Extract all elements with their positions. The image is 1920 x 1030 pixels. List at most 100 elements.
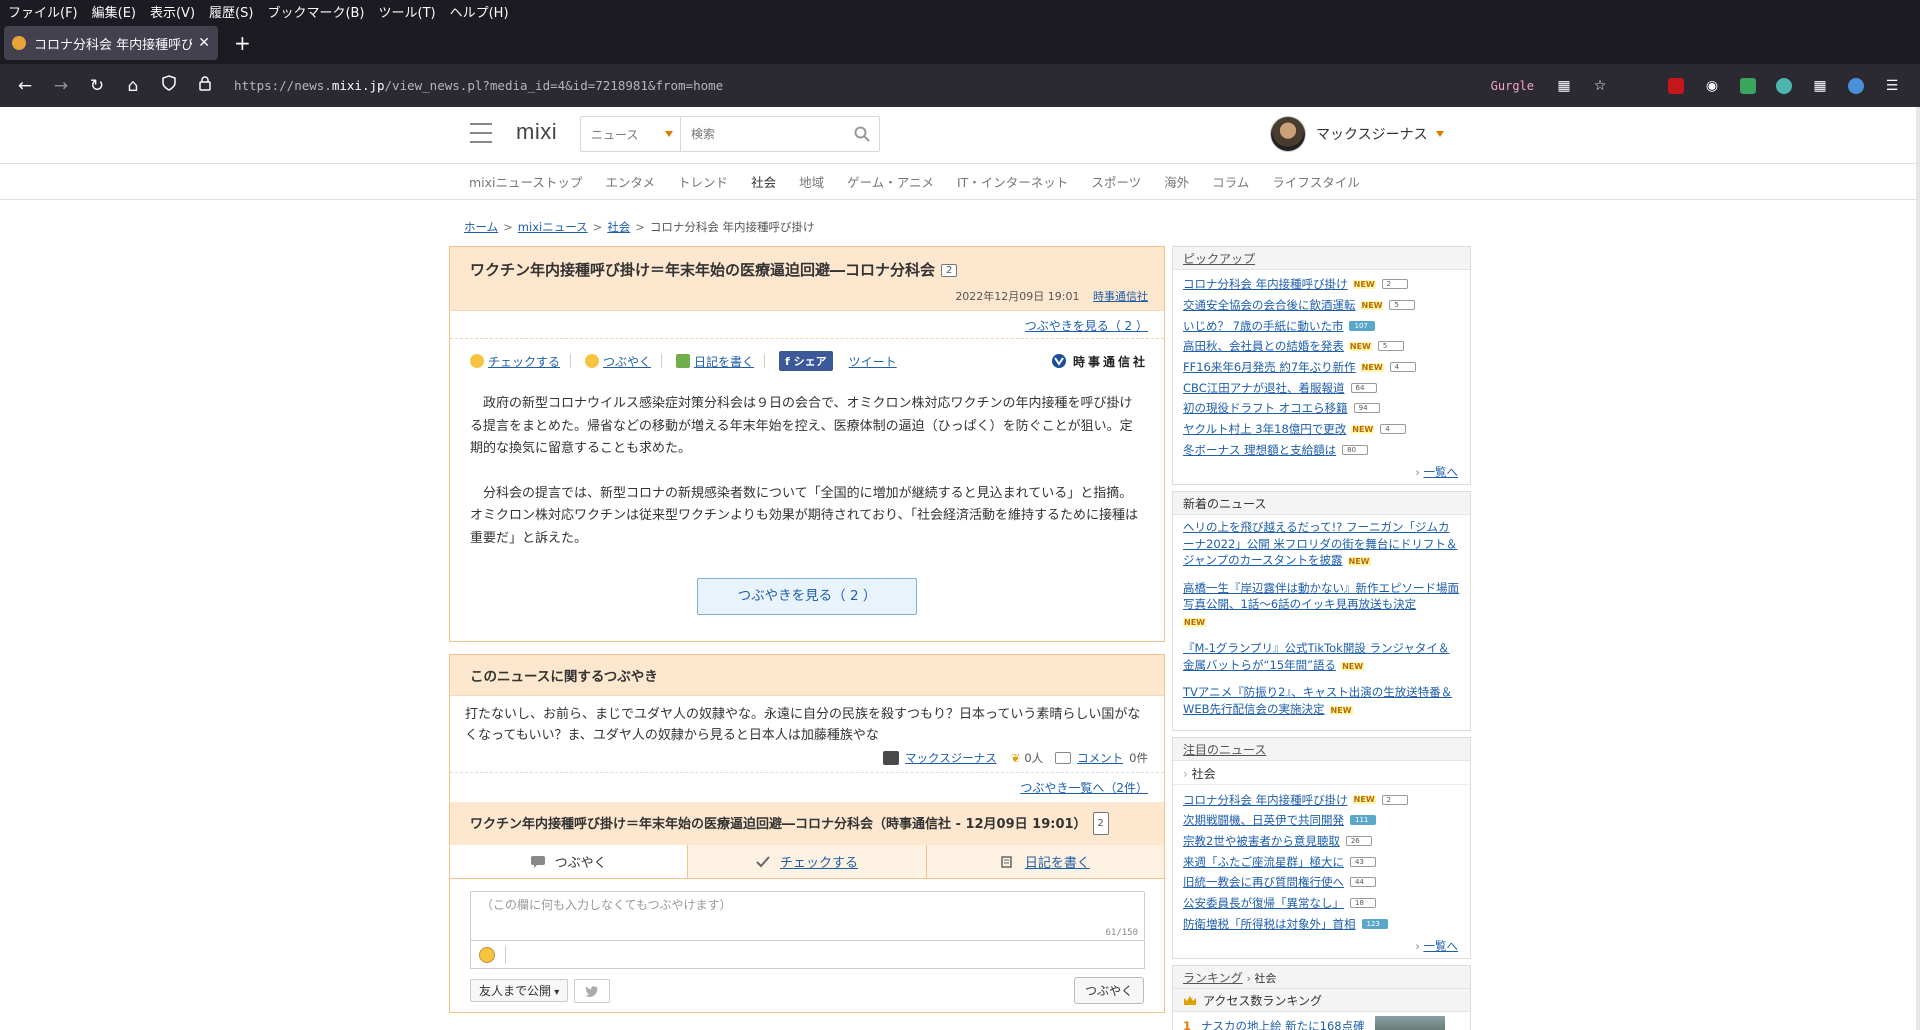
tweets-list-link[interactable]: つぶやき一覧へ（2件） (1020, 781, 1148, 795)
featured-more-link[interactable]: 一覧へ (1424, 939, 1459, 953)
news-link[interactable]: 防衛増税「所得税は対象外」首相 (1183, 916, 1356, 932)
menu-icon[interactable] (470, 123, 492, 143)
forward-arrow-icon[interactable]: → (46, 76, 76, 96)
menu-edit[interactable]: 編集(E) (92, 2, 136, 21)
news-link[interactable]: 旧統一教会に再び質問権行使へ (1183, 874, 1344, 890)
tweet-count-badge[interactable]: 43 (1350, 856, 1376, 867)
lock-icon[interactable] (190, 75, 220, 96)
menu-view[interactable]: 表示(V) (150, 2, 195, 21)
news-link[interactable]: 来週「ふたご座流星群」極大に (1183, 854, 1344, 870)
tweet-count-badge[interactable]: 2 (1381, 279, 1408, 290)
comment-link[interactable]: コメント (1077, 750, 1123, 766)
visibility-select[interactable]: 友人まで公開 (470, 979, 569, 1002)
news-link[interactable]: 高田秋、会社員との結婚を発表 (1183, 338, 1344, 354)
nav-it[interactable]: IT・インターネット (957, 172, 1068, 191)
tweet-count-badge[interactable]: 80 (1342, 444, 1369, 455)
search-input[interactable] (681, 117, 845, 151)
close-icon[interactable]: ✕ (198, 35, 210, 51)
nav-lifestyle[interactable]: ライフスタイル (1272, 172, 1360, 191)
tab-check[interactable]: チェックする (687, 845, 926, 878)
check-link[interactable]: チェックする (488, 353, 560, 370)
nav-society[interactable]: 社会 (751, 172, 776, 191)
ranking-link[interactable]: ナスカの地上絵 新たに168点確 (1201, 1018, 1365, 1030)
news-link[interactable]: 交通安全協会の会合後に飲酒運転 (1183, 297, 1356, 313)
tweet-count-badge[interactable]: 2 (941, 264, 958, 277)
breadcrumb-society[interactable]: 社会 (607, 220, 630, 234)
tweet-count-badge[interactable]: 26 (1345, 835, 1372, 846)
nav-entame[interactable]: エンタメ (605, 172, 655, 191)
post-badge[interactable]: 2 (1092, 812, 1109, 835)
nav-news-top[interactable]: mixiニューストップ (469, 172, 582, 191)
nav-sports[interactable]: スポーツ (1091, 172, 1141, 191)
news-link[interactable]: いじめ？ 7歳の手紙に動いた市 (1183, 318, 1343, 334)
green-extension-icon[interactable] (1737, 77, 1759, 95)
twitter-icon[interactable] (574, 978, 611, 1003)
emoji-icon[interactable] (479, 946, 495, 963)
latest-news-link[interactable]: TVアニメ『防振り2』、キャスト出演の生放送特番＆WEB先行配信会の実施決定 (1183, 685, 1452, 716)
news-link[interactable]: 宗教2世や被害者から意見聴取 (1183, 833, 1340, 849)
facebook-share-button[interactable]: f シェア (779, 351, 833, 371)
news-link[interactable]: CBC江田アナが退社、着服報道 (1183, 380, 1345, 396)
pickup-title-link[interactable]: ピックアップ (1183, 252, 1255, 266)
page-scrollbar[interactable] (1916, 107, 1920, 1030)
latest-news-link[interactable]: ヘリの上を飛び越えるだって!? フーニガン「ジムカーナ2022」公開 米フロリダ… (1183, 520, 1457, 567)
browser-tab-active[interactable]: コロナ分科会 年内接種呼び掛け ✕ (4, 26, 218, 60)
ranking-thumbnail[interactable] (1374, 1016, 1445, 1030)
tweet-count-badge[interactable]: 4 (1389, 362, 1416, 373)
bitwarden-extension-icon[interactable] (1845, 77, 1867, 95)
diary-link[interactable]: 日記を書く (694, 353, 754, 370)
menu-tools[interactable]: ツール(T) (379, 2, 436, 21)
back-arrow-icon[interactable]: ← (10, 76, 40, 96)
news-link[interactable]: コロナ分科会 年内接種呼び掛け (1183, 792, 1348, 808)
news-link[interactable]: 次期戦闘機、日英伊で共同開発 (1183, 812, 1344, 828)
featured-news-title-link[interactable]: 注目のニュース (1183, 743, 1266, 757)
latest-news-link[interactable]: 『M-1グランプリ』公式TikTok開設 ランジャタイ＆金属バットらが“15年間… (1183, 641, 1449, 672)
news-link[interactable]: ヤクルト村上 3年18億円で更改 (1183, 421, 1346, 437)
ublock-extension-icon[interactable] (1665, 77, 1687, 95)
tweet-author-link[interactable]: マックスジーナス (905, 750, 997, 766)
user-menu[interactable]: マックスジーナス (1270, 116, 1444, 152)
breadcrumb-mixi-news[interactable]: mixiニュース (518, 220, 588, 234)
grid-icon[interactable]: ▦ (1553, 77, 1575, 95)
news-link[interactable]: 公安委員長が復帰「異常なし」 (1183, 895, 1344, 911)
nav-game-anime[interactable]: ゲーム・アニメ (847, 172, 934, 191)
tweet-count-badge[interactable]: 4 (1380, 424, 1407, 435)
ranking-title-link[interactable]: ランキング (1183, 971, 1243, 985)
search-category-select[interactable]: ニュース (581, 117, 681, 151)
record-extension-icon[interactable]: ◉ (1701, 77, 1723, 95)
tweet-count-badge[interactable]: 94 (1353, 403, 1380, 414)
tweet-count-badge[interactable]: 5 (1389, 300, 1416, 311)
star-icon[interactable]: ☆ (1589, 77, 1611, 95)
tweet-textarea[interactable]: （この欄に何も入力しなくてもつぶやけます） 61/150 (470, 891, 1145, 941)
nav-region[interactable]: 地域 (799, 172, 824, 191)
tab-diary[interactable]: 日記を書く (925, 845, 1164, 878)
url-bar[interactable]: https://news. mixi.jp/view_news.pl?media_… (226, 70, 1491, 102)
news-link[interactable]: 初の現役ドラフト オコエら移籍 (1183, 400, 1348, 416)
hamburger-menu-icon[interactable]: ☰ (1881, 77, 1903, 95)
view-tweets-link[interactable]: つぶやきを見る（ 2 ） (1025, 319, 1148, 333)
nav-trend[interactable]: トレンド (678, 172, 728, 191)
menu-history[interactable]: 履歴(S) (209, 2, 253, 21)
search-icon[interactable] (845, 117, 879, 151)
breadcrumb-home[interactable]: ホーム (464, 220, 498, 234)
tab-tweet[interactable]: つぶやく (450, 845, 688, 878)
submit-tweet-button[interactable]: つぶやく (1073, 977, 1144, 1004)
news-link[interactable]: FF16来年6月発売 約7年ぶり新作 (1183, 359, 1356, 375)
tweet-count-badge[interactable]: 123 (1361, 918, 1388, 929)
diary-action[interactable]: 日記を書く (676, 353, 766, 370)
gurgle-label[interactable]: Gurgle (1491, 79, 1534, 93)
check-action[interactable]: チェックする (470, 353, 572, 370)
shield-icon[interactable] (154, 75, 184, 96)
tweet-count-badge[interactable]: 107 (1349, 320, 1376, 331)
view-tweets-button[interactable]: つぶやきを見る（ 2 ） (697, 578, 917, 615)
pickup-more-link[interactable]: 一覧へ (1424, 465, 1459, 479)
article-source-link[interactable]: 時事通信社 (1093, 290, 1148, 303)
menu-help[interactable]: ヘルプ(H) (450, 2, 509, 21)
menu-file[interactable]: ファイル(F) (8, 2, 78, 21)
new-tab-plus-icon[interactable]: + (234, 31, 251, 55)
tweet-count-badge[interactable]: 5 (1377, 341, 1404, 352)
tweet-action[interactable]: つぶやく (585, 353, 663, 370)
circle-extension-icon[interactable] (1773, 77, 1795, 95)
tweet-count-badge[interactable]: 64 (1350, 382, 1377, 393)
tweet-count-badge[interactable]: 44 (1350, 877, 1376, 888)
